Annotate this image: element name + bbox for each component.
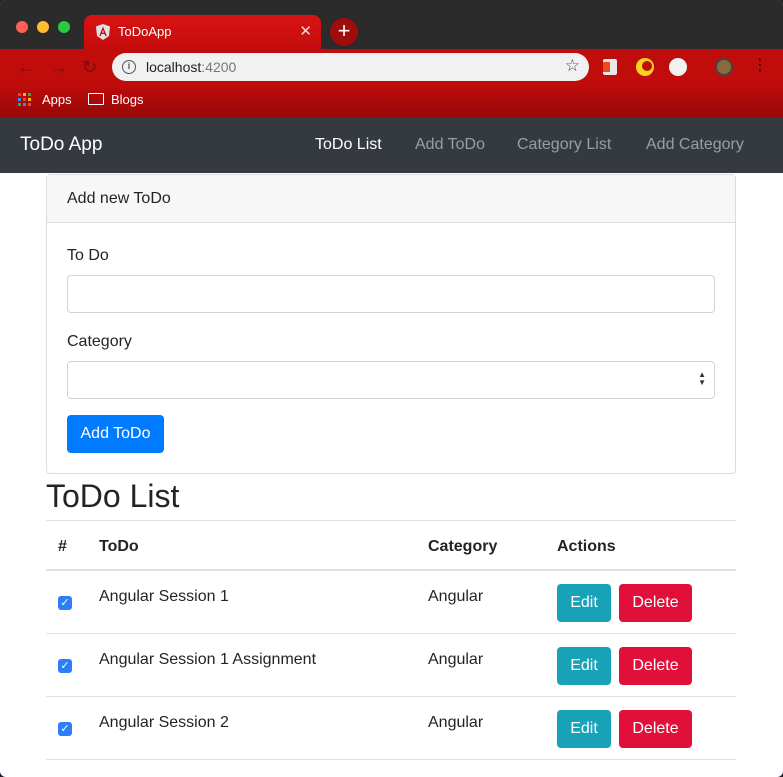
column-header-todo: ToDo (99, 538, 139, 555)
todo-category: Angular (428, 714, 484, 731)
folder-icon (88, 93, 104, 105)
browser-tab[interactable]: ToDoApp ✕ (84, 15, 321, 49)
done-checkbox[interactable]: ✓ (58, 659, 72, 673)
tab-title: ToDoApp (118, 24, 172, 39)
todo-text: Angular Session 2 (99, 714, 229, 731)
app-navbar: ToDo App ToDo List Add ToDo Category Lis… (0, 117, 783, 173)
edit-button[interactable]: Edit (557, 584, 611, 622)
column-header-category: Category (428, 538, 498, 555)
delete-button[interactable]: Delete (619, 584, 692, 622)
column-header-actions: Actions (557, 538, 616, 555)
moon-extension-icon[interactable] (636, 58, 654, 76)
bookmark-star-icon[interactable]: ☆ (565, 56, 580, 76)
todo-input[interactable] (67, 275, 715, 313)
browser-toolbar: ← → ↻ i localhost:4200 ☆ ⋮ (0, 49, 783, 85)
table-header: # ToDo Category Actions (46, 521, 736, 571)
add-todo-button[interactable]: Add ToDo (67, 415, 164, 453)
reload-icon[interactable]: ↻ (82, 57, 97, 78)
table-row: ✓ Angular Session 1 Assignment Angular E… (46, 634, 736, 697)
nav-add-todo[interactable]: Add ToDo (415, 136, 485, 154)
maximize-window-button[interactable] (58, 21, 70, 33)
edit-button[interactable]: Edit (557, 647, 611, 685)
todo-category: Angular (428, 588, 484, 605)
url-port: :4200 (201, 59, 237, 75)
column-header-number: # (58, 538, 67, 555)
office-extension-icon[interactable] (603, 59, 617, 75)
category-select[interactable]: ▲ ▼ (67, 361, 715, 399)
url-text: localhost:4200 (146, 59, 236, 75)
done-checkbox[interactable]: ✓ (58, 596, 72, 610)
navbar-brand[interactable]: ToDo App (20, 134, 102, 156)
table-row: ✓ Angular Session 1 Angular Edit Delete (46, 571, 736, 634)
table-row: ✓ Angular Session 2 Angular Edit Delete (46, 697, 736, 760)
todo-text: Angular Session 1 Assignment (99, 651, 317, 668)
browser-window: ToDoApp ✕ + ← → ↻ i localhost:4200 ☆ ⋮ A… (0, 0, 783, 777)
url-host: localhost (146, 59, 202, 75)
tab-close-icon[interactable]: ✕ (299, 22, 312, 40)
forward-arrow-icon[interactable]: → (50, 57, 68, 78)
menu-kebab-icon[interactable]: ⋮ (752, 55, 768, 75)
delete-button[interactable]: Delete (619, 710, 692, 748)
card-title: Add new ToDo (67, 190, 171, 207)
todo-label: To Do (67, 247, 109, 264)
list-heading: ToDo List (46, 478, 180, 514)
apps-grid-icon (18, 93, 32, 107)
add-todo-card: Add new ToDo To Do Category ▲ ▼ Add ToDo (46, 174, 736, 474)
extension-icon[interactable] (669, 58, 687, 76)
info-icon[interactable]: i (122, 60, 136, 74)
address-bar[interactable]: i localhost:4200 ☆ (112, 53, 589, 81)
nav-todo-list[interactable]: ToDo List (315, 136, 382, 154)
todo-text: Angular Session 1 (99, 588, 229, 605)
bookmark-blogs[interactable]: Blogs (111, 92, 144, 107)
category-label: Category (67, 333, 132, 350)
minimize-window-button[interactable] (37, 21, 49, 33)
bookmark-apps[interactable]: Apps (42, 92, 72, 107)
edit-button[interactable]: Edit (557, 710, 611, 748)
close-window-button[interactable] (16, 21, 28, 33)
todo-category: Angular (428, 651, 484, 668)
tab-strip: ToDoApp ✕ + (0, 0, 783, 49)
nav-add-category[interactable]: Add Category (646, 136, 744, 154)
done-checkbox[interactable]: ✓ (58, 722, 72, 736)
nav-category-list[interactable]: Category List (517, 136, 611, 154)
todo-table: # ToDo Category Actions ✓ Angular Sessio… (46, 520, 736, 760)
select-arrows-icon: ▲ ▼ (698, 370, 706, 387)
back-arrow-icon[interactable]: ← (17, 57, 35, 78)
card-header: Add new ToDo (47, 175, 735, 223)
angular-icon (96, 24, 110, 40)
profile-avatar[interactable] (715, 58, 733, 76)
delete-button[interactable]: Delete (619, 647, 692, 685)
new-tab-button[interactable]: + (330, 18, 358, 46)
